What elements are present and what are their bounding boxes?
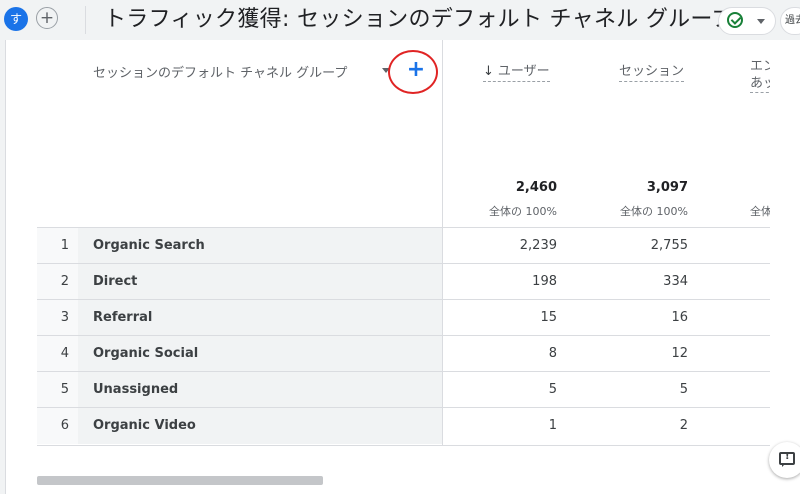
users-header-label: ユーザー <box>497 64 550 79</box>
report-header: す + トラフィック獲得: セッションのデフォルト チャネル グループ 過去 <box>0 0 800 40</box>
row-channel-name[interactable]: Organic Video <box>93 418 196 433</box>
header-divider <box>85 6 86 34</box>
horizontal-scrollbar[interactable] <box>37 476 323 485</box>
users-column-header[interactable]: ↓ ユーザー <box>483 60 550 82</box>
column-divider <box>442 40 443 445</box>
dimension-dropdown-icon[interactable] <box>382 68 390 73</box>
row-users: 5 <box>548 382 557 397</box>
row-index: 1 <box>60 238 69 253</box>
add-dimension-button[interactable]: + <box>401 56 431 86</box>
row-sessions: 5 <box>679 382 688 397</box>
row-channel-name[interactable]: Direct <box>93 274 137 289</box>
table-row[interactable]: 1 Organic Search 2,239 2,755 <box>37 227 770 264</box>
table-bottom-border <box>37 445 770 446</box>
table-row[interactable]: 2 Direct 198 334 <box>37 263 770 300</box>
row-channel-name[interactable]: Referral <box>93 310 152 325</box>
row-channel-name[interactable]: Organic Social <box>93 346 198 361</box>
table-row[interactable]: 3 Referral 15 16 <box>37 299 770 336</box>
users-total-percent: 全体の 100% <box>489 205 557 218</box>
row-channel-name[interactable]: Organic Search <box>93 238 205 253</box>
add-comparison-button[interactable]: + <box>36 7 58 29</box>
arrow-down-icon: ↓ <box>483 64 494 79</box>
table-row[interactable]: 5 Unassigned 5 5 <box>37 371 770 408</box>
row-index: 4 <box>60 346 69 361</box>
table-row[interactable]: 6 Organic Video 1 2 <box>37 407 770 444</box>
row-sessions: 12 <box>671 346 688 361</box>
sessions-column-header[interactable]: セッション <box>619 60 685 82</box>
row-channel-name[interactable]: Unassigned <box>93 382 178 397</box>
row-sessions: 16 <box>671 310 688 325</box>
report-table-card: セッションのデフォルト チャネル グループ + ↓ユーザー セッション エンのあ… <box>5 40 800 494</box>
row-index: 5 <box>60 382 69 397</box>
check-circle-icon <box>727 12 743 28</box>
report-status-button[interactable] <box>718 7 776 35</box>
row-index: 6 <box>60 418 69 433</box>
row-users: 198 <box>532 274 557 289</box>
row-users: 1 <box>548 418 557 433</box>
data-table: セッションのデフォルト チャネル グループ + ↓ユーザー セッション エンのあ… <box>37 40 770 460</box>
avatar[interactable]: す <box>4 7 28 31</box>
engagement-column-header[interactable]: エンのあッシ <box>750 58 770 93</box>
row-sessions: 2,755 <box>650 238 688 253</box>
chevron-down-icon <box>757 19 765 24</box>
table-row[interactable]: 4 Organic Social 8 12 <box>37 335 770 372</box>
row-sessions: 2 <box>679 418 688 433</box>
sessions-total-percent: 全体の 100% <box>620 205 688 218</box>
row-users: 8 <box>548 346 557 361</box>
row-index: 3 <box>60 310 69 325</box>
engagement-total-percent: 全体 <box>750 205 770 218</box>
row-sessions: 334 <box>663 274 688 289</box>
feedback-button[interactable] <box>769 442 800 478</box>
users-total: 2,460 <box>515 180 557 195</box>
feedback-icon <box>779 451 795 467</box>
dimension-column-header[interactable]: セッションのデフォルト チャネル グループ <box>93 62 347 81</box>
row-index: 2 <box>60 274 69 289</box>
row-users: 2,239 <box>519 238 557 253</box>
page-title: トラフィック獲得: セッションのデフォルト チャネル グループ <box>104 7 734 32</box>
date-range-button[interactable]: 過去 <box>780 7 800 35</box>
sessions-total: 3,097 <box>646 180 688 195</box>
row-users: 15 <box>540 310 557 325</box>
